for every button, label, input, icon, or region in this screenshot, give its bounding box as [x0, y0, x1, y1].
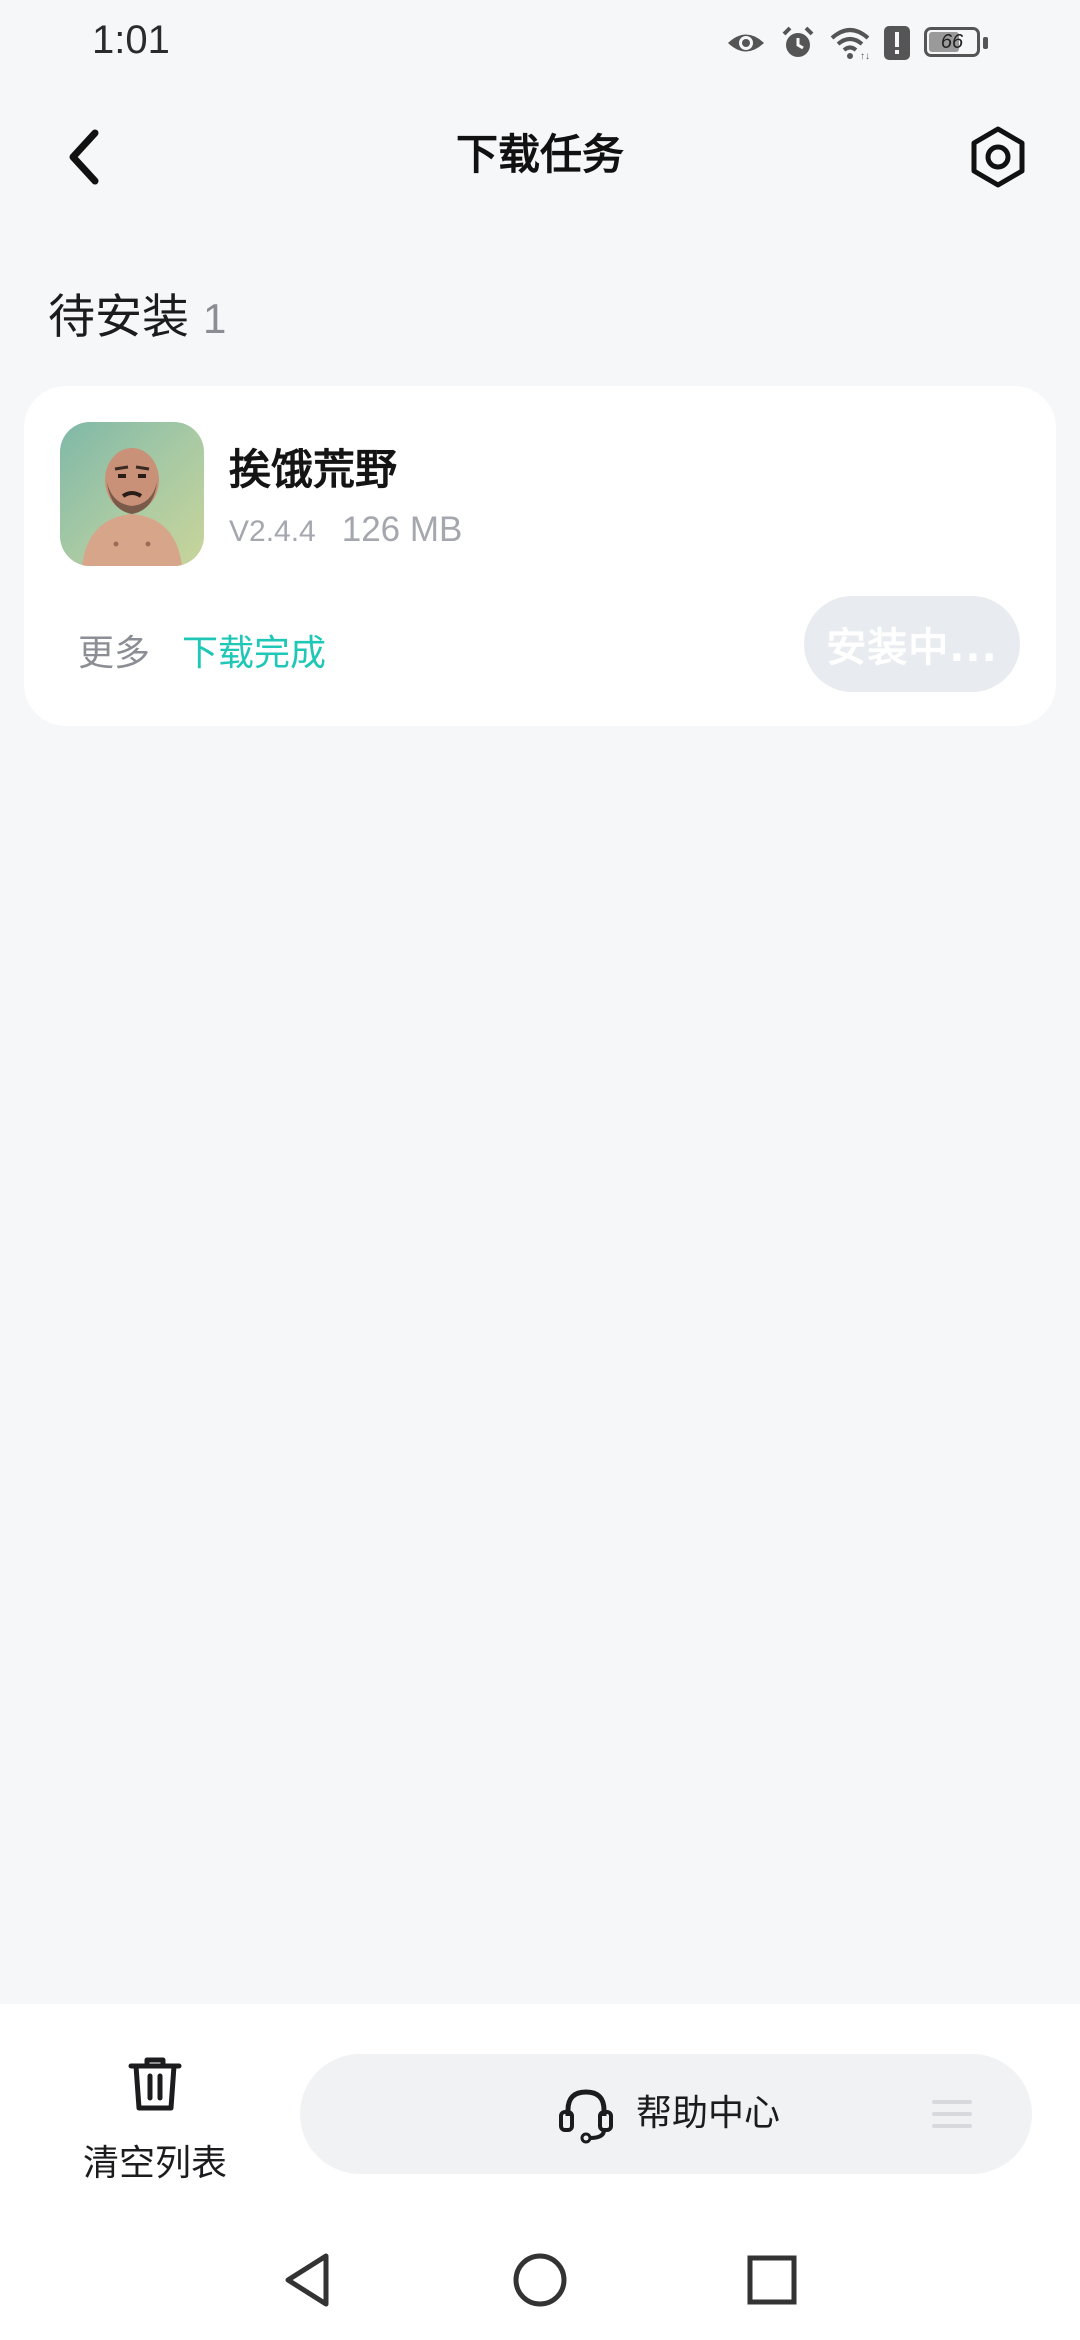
square-recents-icon[interactable]	[744, 2250, 800, 2310]
wifi-icon: ↑↓	[830, 28, 870, 60]
download-task-card[interactable]: 挨饿荒野 V2.4.4 126 MB 更多 下载完成 安装中...	[24, 386, 1056, 726]
clear-list-label: 清空列表	[82, 2143, 227, 2184]
section-count: 1	[203, 295, 227, 342]
header: 下载任务	[0, 100, 1080, 210]
section-title: 待安装	[48, 290, 189, 345]
more-button[interactable]: 更多	[78, 624, 150, 676]
eye-icon	[728, 34, 764, 52]
headset-icon	[559, 2089, 613, 2144]
back-button[interactable]	[50, 122, 120, 192]
install-button[interactable]: 安装中...	[804, 596, 1020, 692]
page-title: 下载任务	[455, 130, 624, 179]
app-meta: V2.4.4 126 MB	[229, 510, 462, 550]
app-size: 126 MB	[341, 510, 463, 549]
hexagon-settings-icon	[971, 126, 1025, 188]
battery-icon: 66	[924, 27, 988, 59]
circle-home-icon[interactable]	[512, 2250, 568, 2310]
section-heading: 待安装 1	[48, 278, 226, 347]
triangle-back-icon[interactable]	[280, 2250, 336, 2310]
alarm-icon	[782, 26, 814, 57]
alert-icon	[884, 26, 910, 60]
app-name: 挨饿荒野	[229, 445, 398, 494]
chevron-left-icon	[69, 129, 99, 185]
menu-icon[interactable]	[932, 2098, 972, 2130]
status-icons: ↑↓ 66	[726, 20, 988, 66]
clear-list-button[interactable]: 清空列表	[60, 2054, 250, 2184]
trash-icon	[128, 2057, 182, 2111]
system-nav-bar	[0, 2220, 1080, 2340]
download-status: 下载完成	[182, 633, 327, 674]
app-icon	[60, 422, 204, 566]
svg-text:↑↓: ↑↓	[860, 51, 870, 60]
settings-button[interactable]	[961, 120, 1035, 194]
status-bar: 1:01 ↑↓ 66	[0, 0, 1080, 90]
status-time: 1:01	[92, 18, 170, 62]
battery-level: 66	[940, 31, 964, 53]
app-version: V2.4.4	[229, 515, 316, 548]
help-center-button[interactable]: 帮助中心	[300, 2054, 1032, 2174]
help-center-label: 帮助中心	[636, 2093, 781, 2134]
